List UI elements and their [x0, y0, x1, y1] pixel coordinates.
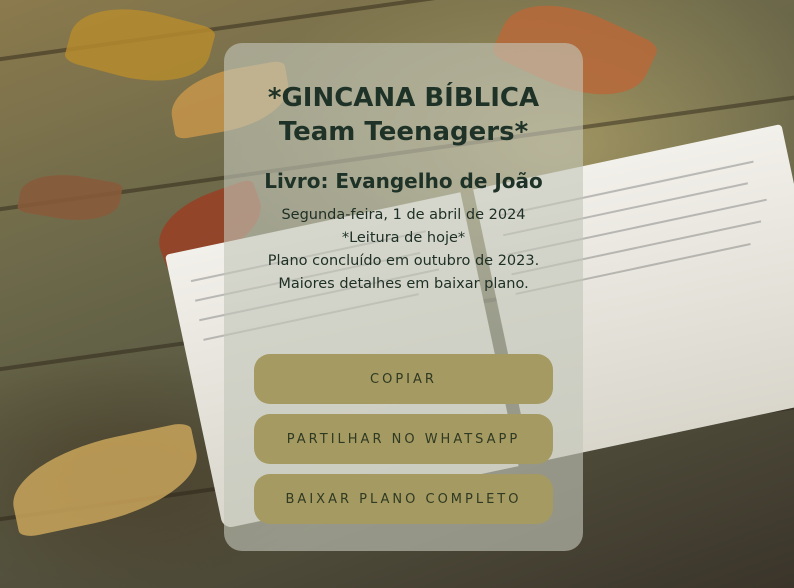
autumn-leaf — [16, 166, 124, 229]
details-note: Maiores detalhes em baixar plano. — [278, 276, 529, 292]
reading-date: Segunda-feira, 1 de abril de 2024 — [281, 207, 526, 223]
copy-button[interactable]: COPIAR — [254, 354, 553, 404]
reading-info: Segunda-feira, 1 de abril de 2024 *Leitu… — [224, 204, 583, 296]
title-line-2: Team Teenagers* — [278, 117, 529, 147]
autumn-leaf — [3, 421, 207, 539]
title-line-1: *GINCANA BÍBLICA — [267, 83, 540, 113]
download-plan-button[interactable]: BAIXAR PLANO COMPLETO — [254, 474, 553, 524]
book-heading: Livro: Evangelho de João — [264, 169, 543, 193]
reading-card: *GINCANA BÍBLICA Team Teenagers* Livro: … — [224, 43, 583, 551]
action-buttons: COPIAR PARTILHAR NO WHATSAPP BAIXAR PLAN… — [254, 354, 553, 534]
page-title: *GINCANA BÍBLICA Team Teenagers* — [224, 81, 583, 149]
reading-label: *Leitura de hoje* — [341, 230, 466, 246]
plan-status: Plano concluído em outubro de 2023. — [267, 253, 540, 269]
share-whatsapp-button[interactable]: PARTILHAR NO WHATSAPP — [254, 414, 553, 464]
